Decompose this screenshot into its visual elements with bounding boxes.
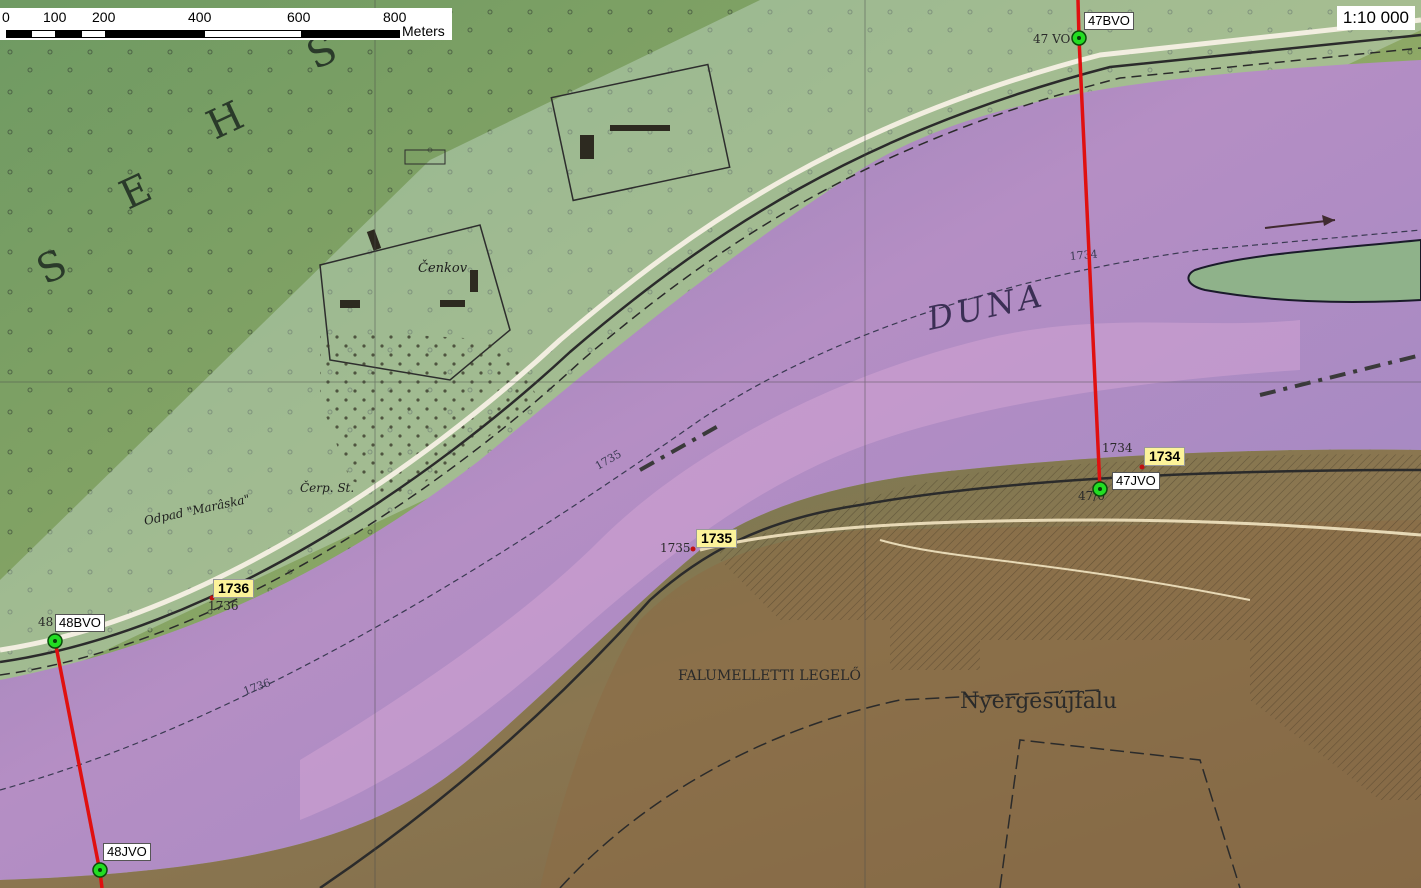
scale-bar: 0 100 200 400 600 800 Meters (0, 8, 452, 40)
scale-tick-100: 100 (43, 9, 67, 25)
river-km-label-1735: 1735 (696, 529, 738, 549)
km-dot-1735 (690, 546, 696, 552)
point-marker-47bvo[interactable] (1071, 30, 1087, 46)
point-label-47bvo[interactable]: 47BVO (1084, 12, 1134, 31)
basemap-47vo: 47 VO (1033, 32, 1071, 46)
point-label-48bvo[interactable]: 48BVO (55, 614, 105, 633)
point-marker-48jvo[interactable] (92, 862, 108, 878)
river-km-label-1736: 1736 (213, 579, 255, 599)
scale-unit-label: Meters (402, 23, 445, 39)
scale-tick-800: 800 (383, 9, 407, 25)
river-km-label-1734: 1734 (1144, 447, 1186, 467)
scale-segment-2 (31, 30, 56, 38)
scale-tick-0: 0 (2, 9, 10, 25)
scale-tick-400: 400 (188, 9, 212, 25)
scale-segment-5 (106, 30, 204, 38)
basemap-km-1734-shore: 1734 (1102, 441, 1133, 455)
basemap-km-1735-shore: 1735 (660, 541, 691, 555)
scale-tick-600: 600 (287, 9, 311, 25)
scale-ratio: 1:10 000 (1336, 6, 1415, 30)
basemap-km-1736-shore: 1736 (208, 599, 239, 613)
basemap-48: 48 (38, 615, 53, 629)
scale-segment-1 (6, 30, 31, 38)
point-marker-48bvo[interactable] (47, 633, 63, 649)
pasture-label: FALUMELLETTI LEGELŐ (678, 666, 861, 684)
scale-segment-3 (56, 30, 81, 38)
point-label-48jvo[interactable]: 48JVO (103, 843, 151, 862)
basemap-km-1734: 1734 (1069, 248, 1098, 263)
scale-segment-6 (204, 30, 302, 38)
scale-segment-7 (302, 30, 400, 38)
village-name-label: Nyergesújfalu (960, 689, 1117, 714)
map-canvas[interactable]: DUNA Nyergesújfalu Čenkov FALUMELLETTI L… (0, 0, 1421, 888)
point-marker-47jvo[interactable] (1092, 481, 1108, 497)
scale-segment-4 (81, 30, 106, 38)
point-label-47jvo[interactable]: 47JVO (1112, 472, 1160, 491)
settlement-cenkov-label: Čenkov (418, 259, 468, 276)
cerp-label: Čerp. St. (300, 479, 354, 495)
scale-tick-200: 200 (92, 9, 116, 25)
